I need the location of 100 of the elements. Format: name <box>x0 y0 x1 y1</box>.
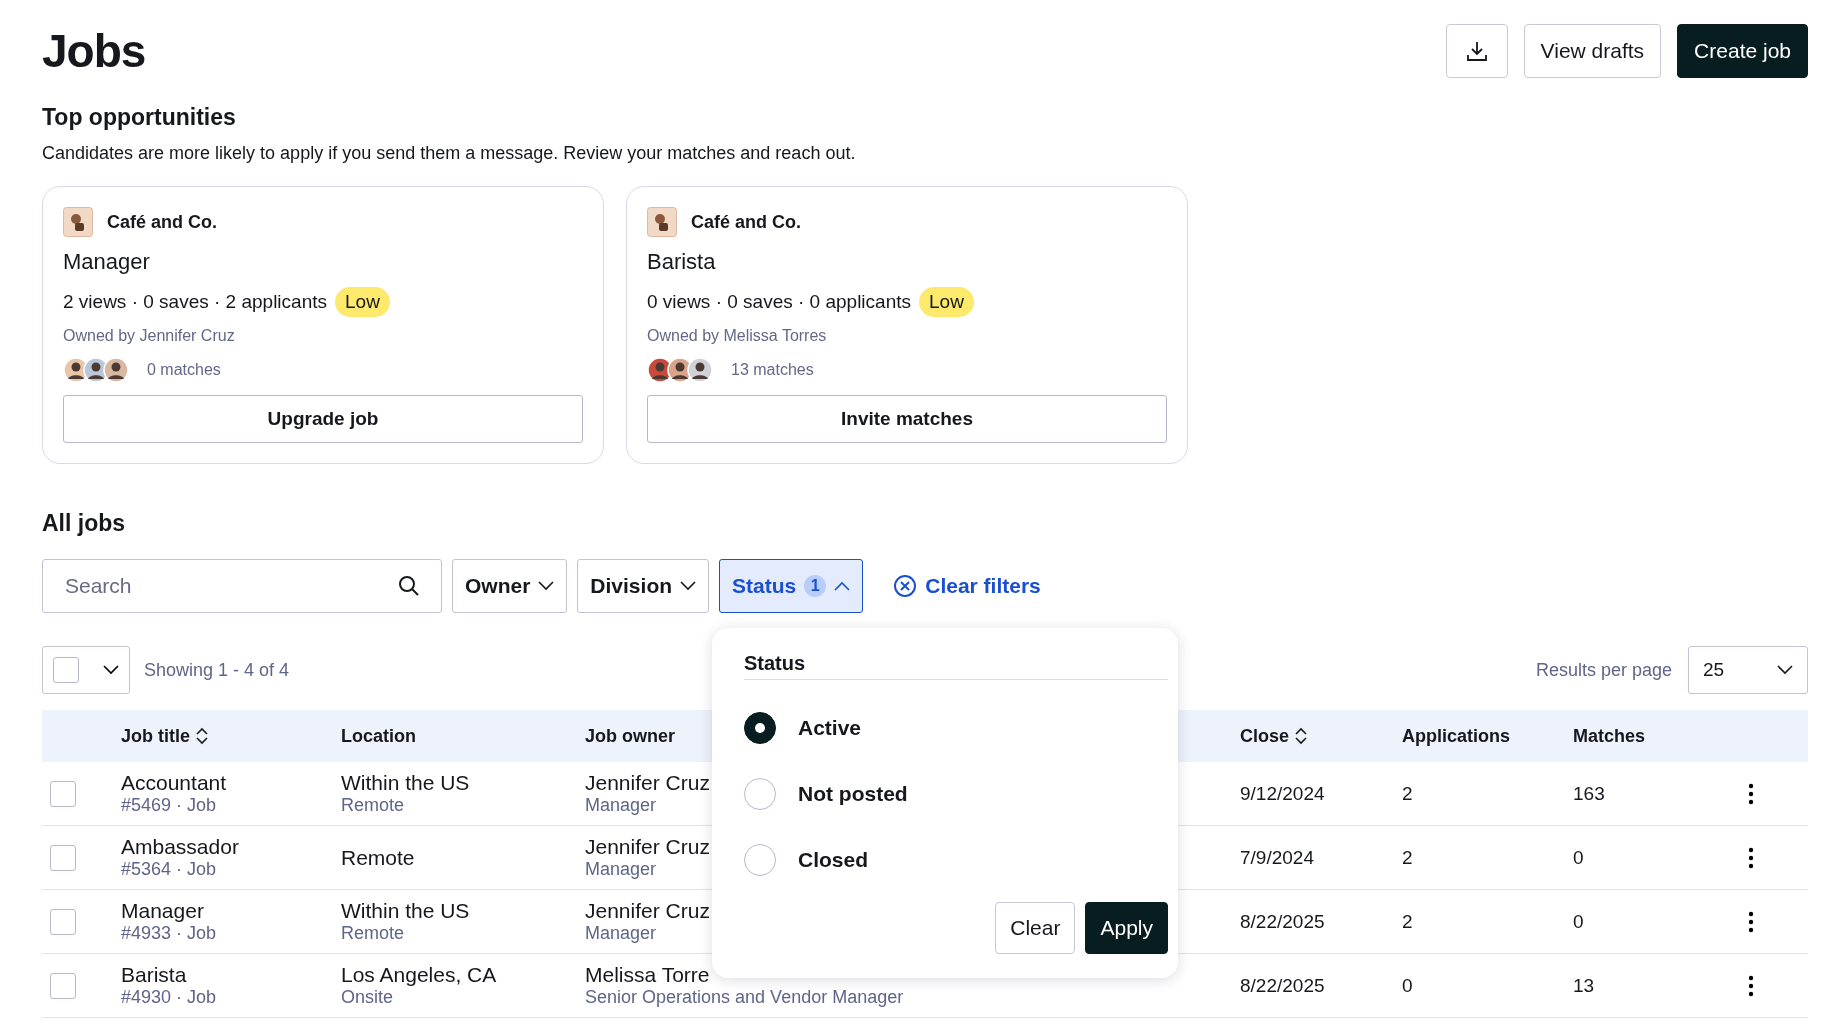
column-header[interactable]: Job title <box>121 710 341 762</box>
job-id: #4933 · Job <box>121 923 217 944</box>
status-option[interactable]: Not posted <box>744 776 1168 812</box>
company-name: Café and Co. <box>107 211 217 233</box>
filter-dropdown[interactable]: Division <box>577 559 710 613</box>
chevron-down-icon <box>680 581 697 591</box>
chevron-down-icon <box>538 581 555 591</box>
chevron-down-icon <box>1777 665 1793 675</box>
card-action-button[interactable]: Invite matches <box>647 395 1167 443</box>
applications-count: 2 <box>1402 910 1413 933</box>
sort-icon[interactable] <box>196 727 208 745</box>
cup-logo-icon <box>63 207 93 237</box>
card-job-title: Manager <box>63 249 151 275</box>
matches-count: 0 <box>1573 910 1584 933</box>
row-checkbox[interactable] <box>50 844 76 871</box>
location-type: Remote <box>341 923 405 944</box>
results-per-page-select[interactable]: 25 <box>1688 646 1808 694</box>
job-owner: Jennifer Cruz <box>585 771 710 795</box>
matches-count: 0 <box>1573 846 1584 869</box>
create-job-button[interactable]: Create job <box>1677 24 1808 78</box>
filter-dropdown[interactable]: Owner <box>452 559 568 613</box>
matches-count: 13 <box>1573 974 1595 997</box>
owner-text: Owned by Melissa Torres <box>647 327 827 344</box>
close-date: 8/22/2025 <box>1240 910 1325 933</box>
download-icon <box>1465 40 1488 62</box>
close-date: 7/9/2024 <box>1240 846 1314 869</box>
job-id: #5364 · Job <box>121 859 217 880</box>
row-checkbox[interactable] <box>50 908 76 935</box>
clear-icon <box>893 574 918 598</box>
level-badge: Low <box>919 287 974 317</box>
chevron-up-icon <box>834 581 851 591</box>
job-stats: 2 views · 0 saves · 2 applicants <box>63 291 327 313</box>
column-header: Matches <box>1573 710 1748 762</box>
owner-role: Manager <box>585 859 657 880</box>
page-title: Jobs <box>42 24 146 78</box>
more-icon[interactable] <box>1748 846 1754 869</box>
matches-count: 0 matches <box>147 361 221 379</box>
search-field[interactable]: Search <box>42 559 442 613</box>
close-date: 9/12/2024 <box>1240 782 1325 805</box>
job-title[interactable]: Barista <box>121 963 187 987</box>
cup-logo-icon <box>647 207 677 237</box>
matches-count: 13 matches <box>731 361 814 379</box>
location-type: Onsite <box>341 987 394 1008</box>
row-checkbox[interactable] <box>50 972 76 999</box>
radio-button[interactable] <box>744 844 776 876</box>
column-header: Applications <box>1402 710 1573 762</box>
filter-count-badge: 1 <box>804 575 827 597</box>
card-action-button[interactable]: Upgrade job <box>63 395 583 443</box>
sort-icon[interactable] <box>1295 727 1308 745</box>
more-icon[interactable] <box>1748 974 1754 997</box>
more-icon[interactable] <box>1748 910 1754 933</box>
location-type: Remote <box>341 795 405 816</box>
job-owner: Jennifer Cruz <box>585 899 710 923</box>
applications-count: 0 <box>1402 974 1413 997</box>
chevron-down-icon <box>103 665 119 675</box>
column-header: Location <box>341 710 585 762</box>
applications-count: 2 <box>1402 846 1413 869</box>
matches-count: 163 <box>1573 782 1605 805</box>
popup-title: Status <box>744 652 1168 680</box>
status-option[interactable]: Active <box>744 710 1168 746</box>
filter-dropdown[interactable]: Status 1 <box>719 559 864 613</box>
close-date: 8/22/2025 <box>1240 974 1325 997</box>
location: Los Angeles, CA <box>341 963 497 987</box>
owner-role: Manager <box>585 795 657 816</box>
job-owner: Melissa Torre <box>585 963 710 987</box>
download-button[interactable] <box>1445 24 1508 78</box>
results-per-page-label: Results per page <box>1535 659 1672 681</box>
level-badge: Low <box>335 287 390 317</box>
clear-button[interactable]: Clear <box>995 902 1076 954</box>
apply-button[interactable]: Apply <box>1085 902 1168 954</box>
showing-count: Showing 1 - 4 of 4 <box>144 659 290 681</box>
job-stats: 0 views · 0 saves · 0 applicants <box>647 291 911 313</box>
more-icon[interactable] <box>1748 782 1754 805</box>
section-heading: All jobs <box>42 510 127 537</box>
job-title[interactable]: Manager <box>121 899 204 923</box>
job-id: #4930 · Job <box>121 987 217 1008</box>
view-drafts-button[interactable]: View drafts <box>1523 24 1662 78</box>
job-owner: Jennifer Cruz <box>585 835 710 859</box>
radio-button[interactable] <box>744 778 776 810</box>
avatar-icon <box>687 357 713 383</box>
job-title[interactable]: Accountant <box>121 771 227 795</box>
search-icon <box>398 575 420 597</box>
location: Within the US <box>341 771 470 795</box>
applications-count: 2 <box>1402 782 1413 805</box>
radio-button[interactable] <box>744 712 776 744</box>
avatar-icon <box>103 357 129 383</box>
clear-filters-link[interactable]: Clear filters <box>893 574 1041 598</box>
section-heading: Top opportunities <box>42 104 237 131</box>
card-job-title: Barista <box>647 249 717 275</box>
job-title[interactable]: Ambassador <box>121 835 239 859</box>
company-name: Café and Co. <box>691 211 801 233</box>
row-checkbox[interactable] <box>50 780 76 807</box>
job-id: #5469 · Job <box>121 795 217 816</box>
status-option[interactable]: Closed <box>744 842 1168 878</box>
location: Remote <box>341 845 415 870</box>
column-header[interactable]: Close <box>1240 710 1402 762</box>
owner-role: Manager <box>585 923 657 944</box>
location: Within the US <box>341 899 470 923</box>
section-description: Candidates are more likely to apply if you send them a message. Review your matches and reach out. <box>42 143 857 164</box>
owner-text: Owned by Jennifer Cruz <box>63 327 235 344</box>
